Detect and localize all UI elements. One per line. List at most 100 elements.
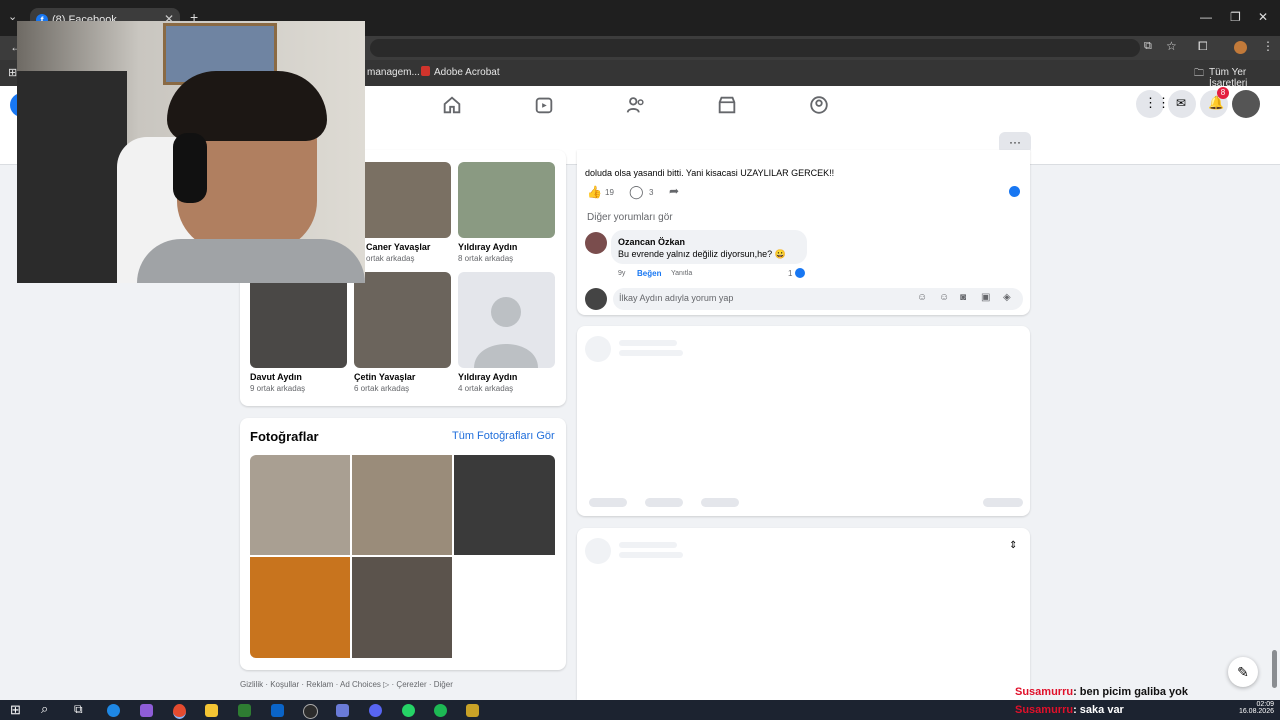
friend-name[interactable]: Çetin Yavaşlar [354, 372, 415, 382]
chair-back [17, 71, 127, 283]
comment-count: 3 [649, 188, 654, 197]
mutual-friends: 6 ortak arkadaş [354, 384, 410, 393]
friend-name[interactable]: Davut Aydın [250, 372, 302, 382]
scroll-arrows-icon[interactable]: ⇕ [1009, 540, 1017, 551]
app-icon[interactable] [303, 704, 318, 719]
chat-username: Susamurru [1015, 704, 1074, 716]
skeleton-avatar [585, 538, 611, 564]
compose-icon: ✎ [1237, 664, 1249, 680]
comment-author[interactable]: Ozancan Özkan [618, 237, 685, 247]
friends-icon[interactable] [625, 94, 647, 116]
chrome-icon[interactable] [173, 704, 186, 719]
new-message-button[interactable]: ✎ [1228, 657, 1258, 687]
friend-name[interactable]: Yıldıray Aydın [458, 372, 517, 382]
bookmark-item[interactable]: Adobe Acrobat [434, 67, 500, 78]
page-scrollbar[interactable] [1272, 650, 1277, 688]
default-avatar[interactable] [458, 272, 555, 368]
task-view-icon[interactable]: ⧉ [74, 702, 83, 717]
post-text: doluda olsa yasandi bitti. Yani kisacasi… [585, 168, 835, 178]
bookmark-star-icon[interactable]: ☆ [1166, 39, 1177, 53]
like-reaction-icon [1009, 186, 1020, 197]
friend-photo[interactable] [250, 272, 347, 368]
photo-thumb[interactable] [454, 455, 555, 555]
messenger-icon: ✉ [1176, 96, 1187, 110]
home-icon[interactable] [441, 94, 463, 116]
messenger-button[interactable]: ✉ [1168, 90, 1196, 118]
edge-icon[interactable] [107, 704, 120, 717]
friend-name[interactable]: Caner Yavaşlar [366, 242, 430, 252]
app-icon[interactable] [336, 704, 349, 717]
photo-thumb[interactable] [250, 455, 350, 555]
notifications-button[interactable]: 🔔 8 [1200, 87, 1229, 118]
windows-start-icon[interactable]: ⊞ [10, 702, 21, 718]
browser-menu-icon[interactable]: ⋮ [1262, 39, 1274, 53]
groups-icon[interactable] [808, 94, 830, 116]
sticker-icon[interactable]: ◈ [1003, 292, 1011, 303]
marketplace-icon[interactable] [716, 94, 738, 116]
extensions-icon[interactable]: ⧠ [1198, 39, 1208, 54]
mail-icon[interactable] [271, 704, 284, 717]
comment-input[interactable]: İlkay Aydın adıyla yorum yap ☺ ☺ ◙ ▣ ◈ [613, 288, 1023, 310]
discord-icon[interactable] [369, 704, 382, 717]
comment-like-link[interactable]: Beğen [637, 269, 661, 278]
search-icon[interactable]: ⌕ [41, 701, 48, 717]
profile-avatar[interactable] [1234, 41, 1247, 54]
friend-photo[interactable] [354, 162, 451, 238]
more-comments-link[interactable]: Diğer yorumları gör [587, 212, 673, 223]
photo-thumb[interactable] [250, 557, 350, 658]
system-clock[interactable]: 02:09 16.08.2026 [1234, 701, 1274, 715]
like-count: 19 [605, 188, 614, 197]
like-icon[interactable]: 👍 [587, 185, 602, 199]
menu-grid-button[interactable]: ⋮⋮ [1136, 90, 1170, 118]
photos-title: Fotoğraflar [250, 429, 319, 444]
mutual-friends: 8 ortak arkadaş [458, 254, 514, 263]
friend-photo[interactable] [458, 162, 555, 238]
account-avatar[interactable] [1232, 90, 1260, 118]
file-explorer-icon[interactable] [205, 704, 218, 717]
avatar-sticker-icon[interactable]: ☺ [917, 292, 927, 303]
comment-icon[interactable]: ◯ [629, 184, 644, 200]
mutual-friends: ortak arkadaş [366, 254, 415, 263]
copilot-icon[interactable] [140, 704, 153, 717]
skeleton-action [645, 498, 683, 507]
minimize-icon[interactable]: — [1200, 10, 1212, 24]
footer-links[interactable]: Gizlilik · Koşullar · Reklam · Ad Choice… [240, 680, 453, 689]
bookmark-item[interactable]: managem... [367, 67, 420, 78]
skeleton-line [619, 340, 677, 346]
video-icon[interactable] [533, 94, 555, 116]
comment-reply-link[interactable]: Yanıtla [671, 270, 692, 277]
skeleton-line [619, 350, 683, 356]
restore-icon[interactable]: ❐ [1230, 10, 1241, 24]
emoji-icon[interactable]: ☺ [939, 292, 949, 303]
camera-icon[interactable]: ◙ [960, 292, 966, 303]
apps-grid-icon[interactable]: ⊞ [8, 66, 17, 79]
loading-post-card: ⇕ [577, 528, 1030, 700]
see-all-photos-link[interactable]: Tüm Fotoğrafları Gör [452, 430, 555, 442]
stream-chat-line: Susamurru: saka var [1015, 704, 1124, 716]
url-field[interactable] [370, 39, 1140, 57]
clock-time: 02:09 [1256, 701, 1274, 708]
store-icon[interactable] [238, 704, 251, 717]
whatsapp-icon[interactable] [402, 704, 415, 717]
commenter-avatar[interactable] [585, 232, 607, 254]
spotify-icon[interactable] [434, 704, 447, 717]
gif-icon[interactable]: ▣ [981, 292, 990, 303]
clock-date: 16.08.2026 [1238, 708, 1274, 715]
tab-list-chevron-icon[interactable]: ⌄ [8, 10, 17, 23]
chat-message: : saka var [1073, 704, 1124, 716]
install-app-icon[interactable]: ⧉ [1144, 40, 1152, 53]
chat-username: Susamurru [1015, 686, 1074, 698]
loading-post-card [577, 326, 1030, 516]
comment-time: 9y [618, 270, 626, 277]
skeleton-action [701, 498, 739, 507]
friend-photo[interactable] [354, 272, 451, 368]
friend-name[interactable]: Yıldıray Aydın [458, 242, 517, 252]
folder-icon: 🗀 [1194, 68, 1204, 79]
photo-thumb[interactable] [352, 557, 452, 658]
stream-chat-line: Susamurru: ben picim galiba yok [1015, 686, 1188, 698]
share-icon[interactable]: ➦ [669, 184, 679, 198]
close-window-icon[interactable]: ✕ [1258, 10, 1268, 24]
app-icon[interactable] [466, 704, 479, 717]
skeleton-line [619, 552, 683, 558]
photo-thumb[interactable] [352, 455, 452, 555]
